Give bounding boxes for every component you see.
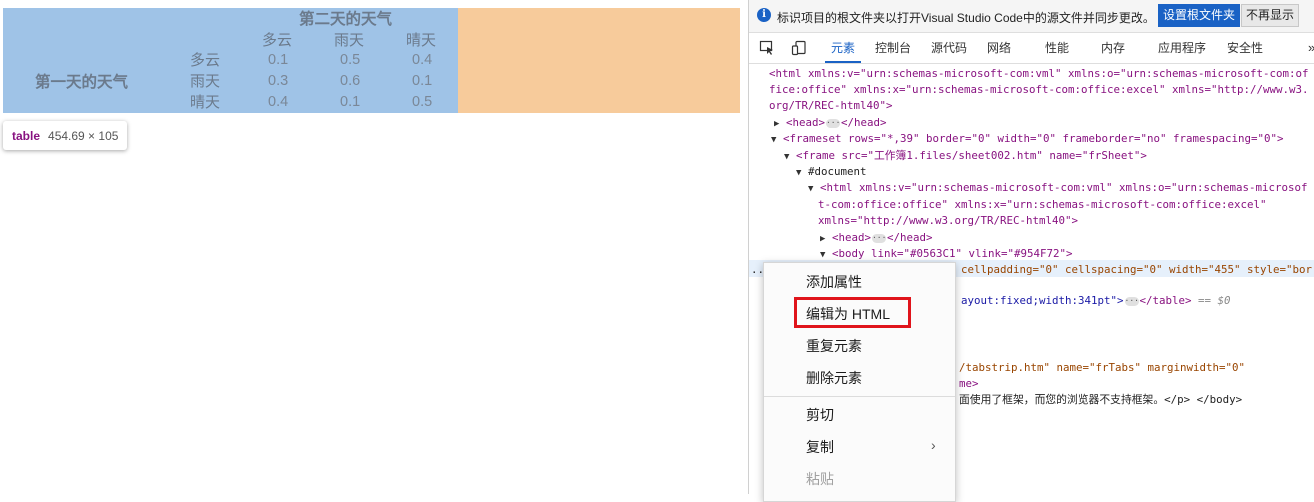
dom-node-inner-head[interactable]: ▶ <head>···</head> [820,230,932,247]
collapse-triangle-icon[interactable]: ▼ [796,168,801,178]
dom-node-document[interactable]: ▼ #document [796,164,866,181]
dom-node-inner-head-close: </head> [886,231,933,244]
tab-security[interactable]: 安全性 [1227,33,1263,63]
context-menu: 添加属性 编辑为 HTML 重复元素 删除元素 剪切 复制 › 粘贴 [763,262,956,502]
dom-node-frameset-label: <frameset rows="*,39" border="0" width="… [782,132,1284,145]
tab-sources[interactable]: 源代码 [931,33,967,63]
infobar: i 标识项目的根文件夹以打开Visual Studio Code中的源文件并同步… [749,0,1314,33]
menu-item-paste: 粘贴 [806,471,834,487]
ellipsis-icon[interactable]: ··· [1124,296,1139,306]
collapse-triangle-icon[interactable]: ▼ [771,135,776,145]
tab-console[interactable]: 控制台 [875,33,911,63]
dom-node-head[interactable]: ▶ <head>···</head> [774,115,886,132]
ellipsis-icon[interactable]: ··· [871,233,886,243]
day1-header: 第一天的天气 [35,72,129,91]
menu-item-add-attribute[interactable]: 添加属性 [806,272,862,292]
dom-node-frame-label: <frame src="工作簿1.files/sheet002.htm" nam… [795,149,1147,162]
tab-memory[interactable]: 内存 [1101,33,1125,63]
dom-node-inner-html-cont: xmlns="http://www.w3.org/TR/REC-html40"> [818,214,1079,227]
collapse-triangle-icon[interactable]: ▼ [784,152,789,162]
device-emulation-icon[interactable] [791,40,807,56]
dom-node-tabstrip[interactable]: /tabstrip.htm" name="frTabs" marginwidth… [959,360,1245,376]
dom-node-table-style[interactable]: ayout:fixed;width:341pt">···</table> == … [961,293,1231,309]
tooltip-dimensions: 454.69 × 105 [48,128,119,143]
expand-triangle-icon[interactable]: ▶ [774,119,779,129]
dom-node-html[interactable]: <html xmlns:v="urn:schemas-microsoft-com… [769,66,1309,82]
dom-selected-marker: == $0 [1198,294,1231,307]
dom-node-frame[interactable]: ▼ <frame src="工作簿1.files/sheet002.htm" n… [784,148,1147,165]
tooltip-tag: table [12,128,41,143]
dom-node-head-label: <head> [785,116,825,129]
dom-node-head-close: </head> [840,116,887,129]
tab-elements[interactable]: 元素 [824,33,862,63]
expand-triangle-icon[interactable]: ▶ [820,234,825,244]
dom-node-table-style-value: ayout:fixed;width:341pt"> [961,294,1124,307]
devtools-tabbar: 元素 控制台 源代码 网络 性能 内存 应用程序 安全性 » [749,33,1314,64]
cell-value: 0.4 [412,52,433,68]
menu-item-delete-element[interactable]: 删除元素 [806,368,862,388]
row-label-sunny: 晴天 [190,93,221,111]
dom-node-inner-head-label: <head> [831,231,871,244]
collapse-triangle-icon[interactable]: ▼ [808,184,813,194]
cell-value: 0.1 [340,94,361,110]
dom-node-html-cont: fice:office" xmlns:x="urn:schemas-micros… [769,83,1309,96]
margin-highlight [458,8,740,113]
cell-value: 0.5 [340,52,361,68]
col-header-rainy: 雨天 [334,31,365,49]
col-header-cloudy: 多云 [262,31,293,49]
tab-network[interactable]: 网络 [987,33,1011,63]
set-root-folder-button[interactable]: 设置根文件夹 [1158,4,1241,27]
menu-item-duplicate-element[interactable]: 重复元素 [806,336,862,356]
cell-value: 0.3 [268,73,289,89]
tab-application[interactable]: 应用程序 [1158,33,1206,63]
dom-node-table-attrs[interactable]: cellpadding="0" cellspacing="0" width="4… [961,262,1312,278]
menu-separator [764,396,955,397]
dom-node-inner-html[interactable]: ▼ <html xmlns:v="urn:schemas-microsoft-c… [808,180,1307,197]
dom-node-document-label: #document [807,165,867,178]
dom-node-noframes-text: 面使用了框架，而您的浏览器不支持框架。</p> </body> [959,393,1243,406]
menu-item-cut[interactable]: 剪切 [806,405,834,425]
tab-performance[interactable]: 性能 [1045,33,1069,63]
more-tabs-icon[interactable]: » [1308,33,1314,63]
cell-value: 0.1 [412,73,433,89]
element-tooltip: table 454.69 × 105 [3,121,128,150]
rendered-page: 第二天的天气 第一天的天气 多云 雨天 晴天 多云 0.1 0.5 0.4 雨天… [0,0,748,494]
col-header-sunny: 晴天 [406,31,437,49]
infobar-text: 标识项目的根文件夹以打开Visual Studio Code中的源文件并同步更改… [777,11,1155,25]
cell-value: 0.5 [412,94,433,110]
dom-node-body-label: <body link="#0563C1" vlink="#954F72"> [831,247,1073,260]
row-label-cloudy: 多云 [190,51,221,69]
day2-header: 第二天的天气 [299,9,393,28]
collapse-triangle-icon[interactable]: ▼ [820,250,825,260]
highlight-box [794,297,911,328]
dont-show-again-button[interactable]: 不再显示 [1241,4,1300,27]
ellipsis-icon[interactable]: ··· [825,118,840,128]
weather-table[interactable]: 第二天的天气 第一天的天气 多云 雨天 晴天 多云 0.1 0.5 0.4 雨天… [3,8,458,113]
chevron-right-icon: › [931,437,936,453]
cell-value: 0.4 [268,94,289,110]
dom-node-frame-close: me> [959,377,979,390]
info-icon: i [757,8,771,22]
dom-node-inner-html-cont: t-com:office:office" xmlns:x="urn:schema… [818,198,1267,211]
dom-node-html-cont: org/TR/REC-html40"> [769,99,893,112]
dom-node-body[interactable]: ▼ <body link="#0563C1" vlink="#954F72"> [820,246,1072,263]
cell-value: 0.1 [268,52,289,68]
menu-item-copy[interactable]: 复制 [806,437,834,457]
dom-node-inner-html-label: <html xmlns:v="urn:schemas-microsoft-com… [819,181,1308,194]
dom-node-table-close: </table> [1139,294,1192,307]
inspect-element-icon[interactable] [759,40,775,56]
cell-value: 0.6 [340,73,361,89]
row-label-rainy: 雨天 [190,72,221,90]
dom-node-frameset[interactable]: ▼ <frameset rows="*,39" border="0" width… [771,131,1283,148]
